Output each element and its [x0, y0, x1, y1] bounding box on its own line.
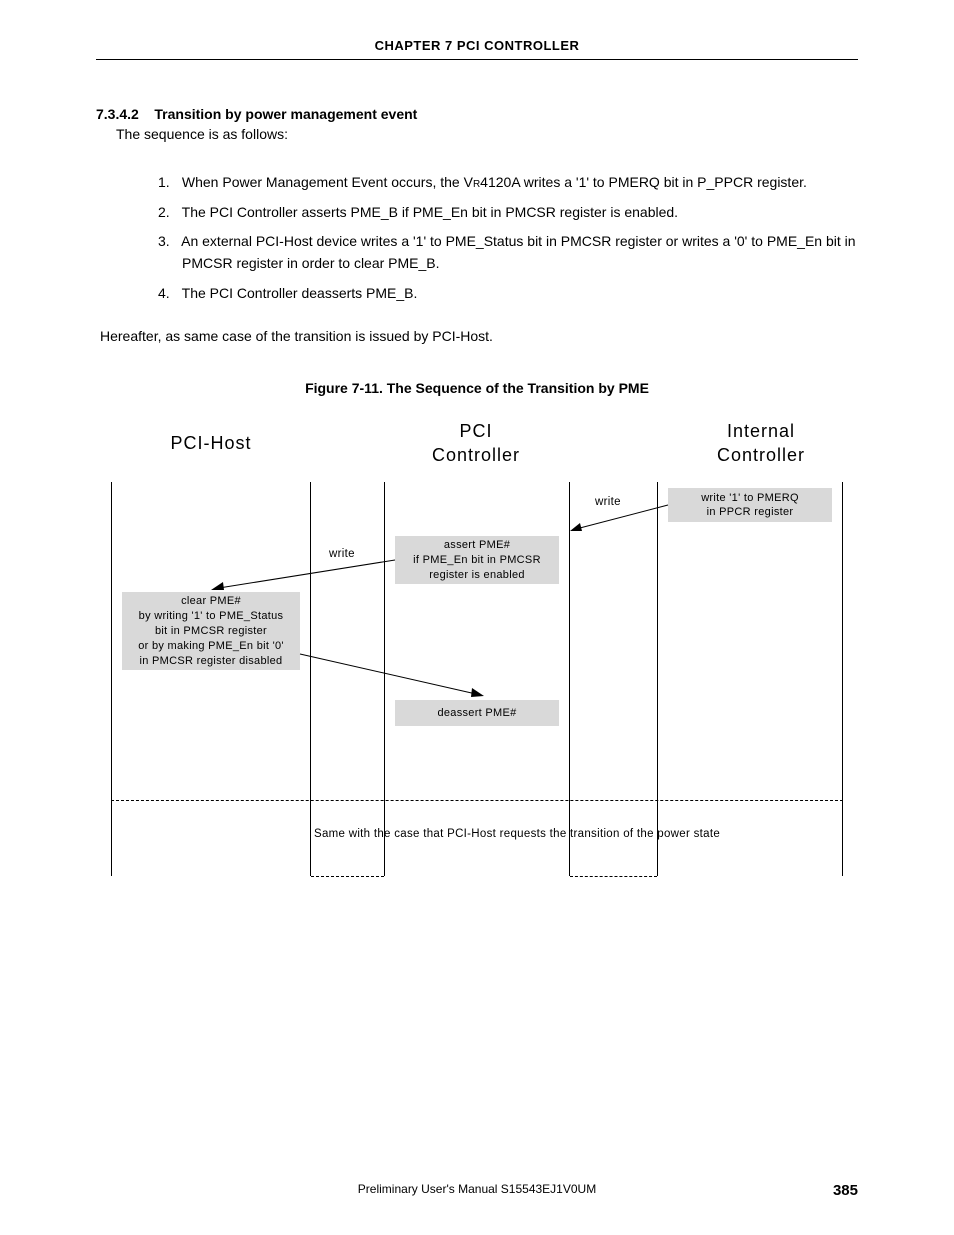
arrow-icon — [570, 505, 668, 537]
step-num: 4. — [158, 283, 178, 305]
col-header-internal-controller: Internal Controller — [681, 420, 841, 467]
step-text: The PCI Controller asserts PME_B if PME_… — [182, 204, 678, 220]
section-title: Transition by power management event — [154, 106, 417, 122]
figure-caption: Figure 7-11. The Sequence of the Transit… — [96, 380, 858, 396]
footer-center: Preliminary User's Manual S15543EJ1V0UM — [96, 1182, 858, 1196]
step-text: 4120A writes a '1' to PMERQ bit in P_PPC… — [480, 174, 807, 190]
dashed-line — [311, 876, 384, 877]
section-intro: The sequence is as follows: — [116, 126, 858, 142]
box-clear-pme: clear PME# by writing '1' to PME_Status … — [122, 592, 300, 670]
list-item: 4. The PCI Controller deasserts PME_B. — [158, 283, 858, 305]
arrow-icon — [300, 654, 484, 700]
list-item: 1. When Power Management Event occurs, t… — [158, 172, 858, 194]
section-heading: 7.3.4.2 Transition by power management e… — [96, 106, 858, 122]
step-num: 3. — [158, 231, 178, 253]
arrow-label-write: write — [595, 496, 621, 508]
hereafter-text: Hereafter, as same case of the transitio… — [100, 328, 858, 344]
sequence-diagram: PCI-Host PCI Controller Internal Control… — [111, 414, 843, 879]
swimlane-pci-host — [111, 482, 311, 876]
arrow-label-write: write — [329, 548, 355, 560]
step-num: 2. — [158, 202, 178, 224]
dashed-line — [570, 876, 657, 877]
step-num: 1. — [158, 172, 178, 194]
list-item: 2. The PCI Controller asserts PME_B if P… — [158, 202, 858, 224]
step-list: 1. When Power Management Event occurs, t… — [158, 172, 858, 304]
step-text: The PCI Controller deasserts PME_B. — [182, 285, 418, 301]
box-deassert-pme: deassert PME# — [395, 700, 559, 726]
box-assert-pme: assert PME# if PME_En bit in PMCSR regis… — [395, 536, 559, 584]
step-text: An external PCI-Host device writes a '1'… — [181, 233, 855, 271]
col-header-pci-host: PCI-Host — [141, 432, 281, 455]
box-write-pmerq: write '1' to PMERQ in PPCR register — [668, 488, 832, 522]
list-item: 3. An external PCI-Host device writes a … — [158, 231, 858, 274]
dashed-separator — [111, 800, 843, 801]
chapter-header: CHAPTER 7 PCI CONTROLLER — [96, 38, 858, 60]
page-footer: Preliminary User's Manual S15543EJ1V0UM … — [96, 1182, 858, 1199]
section-number: 7.3.4.2 — [96, 106, 139, 122]
diagram-footnote: Same with the case that PCI-Host request… — [287, 828, 747, 840]
swimlane-internal-controller — [657, 482, 843, 876]
arrow-icon — [211, 560, 395, 594]
step-text: When Power Management Event occurs, the … — [182, 174, 473, 190]
col-header-pci-controller: PCI Controller — [411, 420, 541, 467]
